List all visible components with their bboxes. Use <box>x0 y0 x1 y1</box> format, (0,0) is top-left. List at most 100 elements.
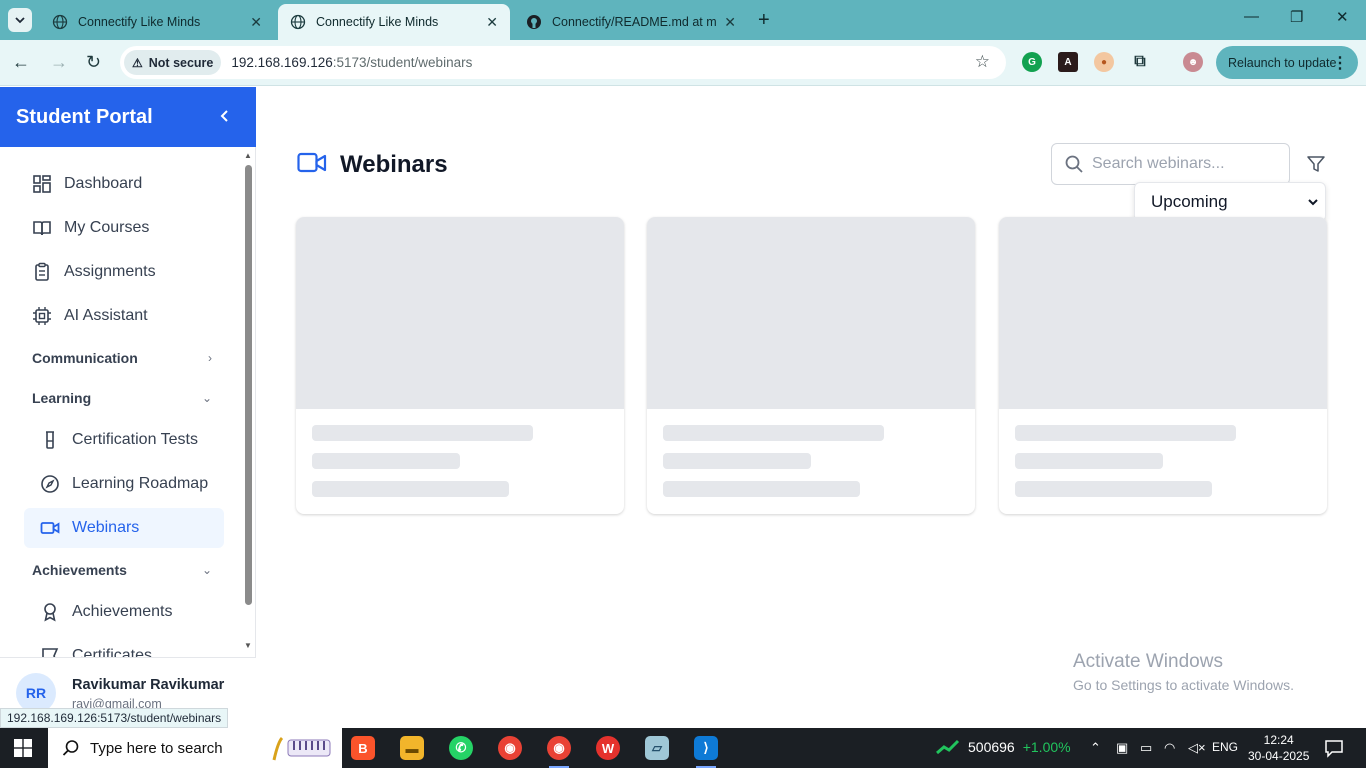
meet-now-icon[interactable]: ▣ <box>1116 740 1128 756</box>
volume-muted-icon[interactable]: ◁× <box>1188 740 1206 756</box>
taskbar-search[interactable]: Type here to search <box>48 728 342 768</box>
battery-icon[interactable]: ▭ <box>1140 740 1152 756</box>
sidebar-item-label: Certification Tests <box>72 431 198 448</box>
sidebar-item-achievements[interactable]: Achievements <box>24 592 224 632</box>
sidebar: Student Portal Dashboard My Courses Assi… <box>0 87 256 728</box>
sidebar-scrollbar[interactable]: ▲ ▼ <box>240 147 256 657</box>
close-icon[interactable]: ✕ <box>724 14 736 31</box>
sidebar-item-dashboard[interactable]: Dashboard <box>24 164 224 204</box>
chevron-right-icon: › <box>208 351 212 365</box>
tab-search-button[interactable] <box>8 8 32 32</box>
security-label: Not secure <box>148 55 214 70</box>
cpu-icon <box>33 307 51 325</box>
language-indicator[interactable]: ENG <box>1212 740 1238 754</box>
adobe-extension-icon[interactable]: A <box>1058 52 1078 72</box>
browser-tab-3[interactable]: Connectify/README.md at mai ✕ <box>514 4 748 40</box>
close-icon[interactable]: ✕ <box>250 14 262 31</box>
brave-browser-icon[interactable]: B <box>351 736 375 760</box>
award-icon <box>44 603 56 622</box>
webinar-card-skeleton <box>296 217 624 514</box>
status-bar-url: 192.168.169.126:5173/student/webinars <box>0 708 229 728</box>
chevron-down-icon <box>1308 199 1318 206</box>
whatsapp-icon[interactable]: ✆ <box>449 736 473 760</box>
wps-office-icon[interactable]: W <box>596 736 620 760</box>
wifi-icon[interactable]: ◠ <box>1164 740 1175 756</box>
system-clock[interactable]: 12:24 30-04-2025 <box>1248 732 1309 764</box>
watermark-title: Activate Windows <box>1073 651 1223 672</box>
sidebar-item-label: Certificates <box>72 647 153 657</box>
sidebar-item-ai-assistant[interactable]: AI Assistant <box>24 296 224 336</box>
new-tab-button[interactable]: + <box>758 8 770 32</box>
sidebar-item-label: Achievements <box>72 603 173 620</box>
sidebar-header: Student Portal <box>0 87 256 147</box>
scrollbar-thumb[interactable] <box>245 165 252 605</box>
notepad-icon[interactable]: ▱ <box>645 736 669 760</box>
scroll-down-icon[interactable]: ▼ <box>244 641 252 650</box>
restore-icon[interactable]: ❐ <box>1290 8 1303 26</box>
minimize-icon[interactable]: — <box>1244 8 1259 25</box>
sidebar-item-certificates[interactable]: Certificates <box>24 636 224 657</box>
security-chip[interactable]: ⚠ Not secure <box>124 50 222 75</box>
menu-dots-icon[interactable]: ⋮ <box>1332 53 1348 73</box>
skeleton-line <box>312 481 509 497</box>
status-filter-select[interactable]: Upcoming <box>1134 182 1326 222</box>
section-label: Communication <box>32 350 138 366</box>
sidebar-item-assignments[interactable]: Assignments <box>24 252 224 292</box>
search-input[interactable] <box>1092 155 1282 173</box>
section-learning[interactable]: Learning ⌄ <box>32 390 212 406</box>
bookmark-star-icon[interactable]: ☆ <box>975 52 990 72</box>
sidebar-item-my-courses[interactable]: My Courses <box>24 208 224 248</box>
skeleton-line <box>663 481 860 497</box>
sidebar-item-learning-roadmap[interactable]: Learning Roadmap <box>24 464 224 504</box>
piano-illustration-icon <box>272 736 331 761</box>
stock-widget[interactable]: 500696 +1.00% <box>936 739 1071 755</box>
skeleton-image <box>296 217 624 409</box>
chevron-left-icon[interactable] <box>219 107 231 128</box>
notification-icon[interactable] <box>1324 738 1344 758</box>
github-icon <box>527 15 541 29</box>
grammarly-extension-icon[interactable]: G <box>1022 52 1042 72</box>
address-bar[interactable]: ⚠ Not secure 192.168.169.126:5173/studen… <box>120 46 1006 79</box>
filter-icon[interactable] <box>1306 154 1326 174</box>
webinar-card-skeleton <box>647 217 975 514</box>
vscode-icon[interactable]: ⟩ <box>694 736 718 768</box>
extension-icon[interactable]: ● <box>1094 52 1114 72</box>
watermark-subtitle: Go to Settings to activate Windows. <box>1073 677 1294 693</box>
tab-title: Connectify Like Minds <box>78 15 201 29</box>
file-explorer-icon[interactable]: ▬ <box>400 736 424 760</box>
sidebar-nav: Dashboard My Courses Assignments AI Assi… <box>0 147 240 657</box>
skeleton-line <box>1015 481 1212 497</box>
forward-arrow-icon[interactable]: → <box>50 52 68 73</box>
avatar: RR <box>16 673 56 713</box>
url-path: :5173/student/webinars <box>332 55 473 70</box>
back-arrow-icon[interactable]: ← <box>12 52 30 73</box>
sidebar-item-certification-tests[interactable]: Certification Tests <box>24 420 224 460</box>
reload-icon[interactable]: ↻ <box>86 52 101 73</box>
skeleton-line <box>663 425 884 441</box>
sidebar-title: Student Portal <box>16 106 153 128</box>
video-icon <box>40 522 60 534</box>
sidebar-item-label: My Courses <box>64 219 150 236</box>
select-value: Upcoming <box>1151 192 1228 211</box>
chrome-icon[interactable]: ◉ <box>498 736 522 760</box>
browser-tab-1[interactable]: Connectify Like Minds ✕ <box>40 4 274 40</box>
windows-start-icon[interactable] <box>14 739 32 757</box>
skeleton-line <box>312 453 460 469</box>
tab-title: Connectify/README.md at mai <box>552 15 717 29</box>
sidebar-item-label: Webinars <box>72 519 140 536</box>
sidebar-item-label: Assignments <box>64 263 156 280</box>
clipboard-icon <box>35 262 49 281</box>
section-communication[interactable]: Communication › <box>32 350 212 366</box>
window-close-icon[interactable]: ✕ <box>1336 8 1349 26</box>
profile-avatar[interactable]: ☻ <box>1183 52 1203 72</box>
browser-tab-2[interactable]: Connectify Like Minds ✕ <box>278 4 510 40</box>
section-achievements[interactable]: Achievements ⌄ <box>32 562 212 578</box>
url-host: 192.168.169.126 <box>231 55 333 70</box>
puzzle-extensions-icon[interactable]: ⧉ <box>1130 52 1150 72</box>
chrome-active-icon[interactable]: ◉ <box>547 736 571 768</box>
scroll-up-icon[interactable]: ▲ <box>244 151 252 160</box>
chevron-up-icon[interactable]: ⌃ <box>1090 740 1101 756</box>
close-icon[interactable]: ✕ <box>486 14 498 31</box>
sidebar-item-webinars[interactable]: Webinars <box>24 508 224 548</box>
relaunch-button[interactable]: Relaunch to update ⋮ <box>1216 46 1358 79</box>
